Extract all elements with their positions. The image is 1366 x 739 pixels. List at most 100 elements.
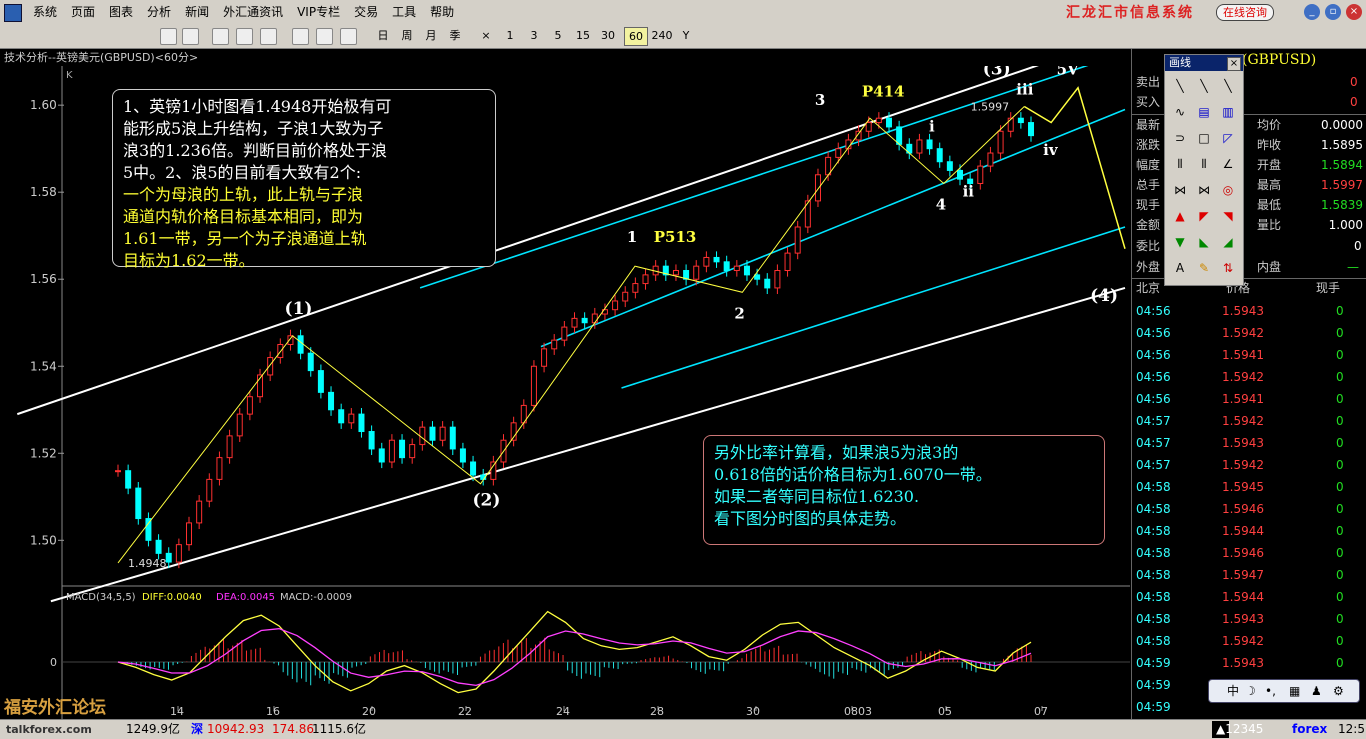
annotation-2-line: 0.618倍的话价格目标为1.6070一带。 (714, 465, 992, 484)
fan-tool-icon[interactable]: ◸ (1217, 129, 1239, 147)
candle-body (115, 470, 121, 473)
palette-title-text: 画线 (1169, 56, 1191, 69)
news-icon[interactable] (316, 28, 333, 45)
ticker[interactable]: ▲ 12345 (1212, 721, 1263, 738)
restore-icon[interactable]: ▫ (1325, 4, 1341, 20)
annotation-1-line: 目标为1.62一带。 (123, 251, 255, 270)
down-arrow-icon[interactable]: ▼ (1169, 233, 1191, 251)
draw-tool-icon[interactable] (182, 28, 199, 45)
period-button[interactable]: Y (678, 27, 694, 44)
ime-lang[interactable]: 中 (1227, 680, 1239, 702)
candle-body (439, 426, 446, 441)
candle-body (267, 357, 274, 376)
moon-icon[interactable]: ☽ (1245, 680, 1256, 702)
period-button[interactable]: 3 (526, 27, 542, 44)
up-arrow-icon[interactable]: ▲ (1169, 207, 1191, 225)
candle-body (459, 448, 466, 463)
menu-item[interactable]: 交易 (347, 0, 385, 24)
grid-tool-icon[interactable]: ⋈ (1193, 181, 1215, 199)
menu-item[interactable]: 外汇通资讯 (216, 0, 290, 24)
candle-body (541, 348, 548, 367)
macd-value-label: MACD:-0.0009 (280, 592, 352, 603)
buy-label: 买入 (1136, 95, 1161, 109)
candle-body (926, 139, 933, 150)
calendar-icon[interactable] (340, 28, 357, 45)
tick-volume: 0 (1336, 326, 1344, 340)
tick-price: 1.5943 (1222, 304, 1264, 318)
tick-volume: 0 (1336, 568, 1344, 582)
menu-item[interactable]: 帮助 (423, 0, 461, 24)
period-button[interactable]: 240 (650, 27, 674, 44)
minimize-icon[interactable]: _ (1304, 4, 1320, 20)
angle-tool-icon[interactable]: ∠ (1217, 155, 1239, 173)
wave-label: iv (1043, 141, 1059, 159)
period-button[interactable]: 60 (624, 27, 648, 46)
period-button[interactable]: 30 (598, 27, 618, 44)
period-button[interactable]: 月 (422, 27, 440, 44)
fib-tool-icon[interactable]: ▥ (1217, 103, 1239, 121)
keyboard-icon[interactable]: ▦ (1289, 680, 1300, 702)
tick-volume: 0 (1336, 546, 1344, 560)
punct-icon[interactable]: •, (1265, 680, 1276, 702)
period-button[interactable]: 日 (374, 27, 392, 44)
period-tool-icon[interactable]: ⦀ (1193, 155, 1215, 173)
menu-item[interactable]: 新闻 (178, 0, 216, 24)
segment-tool-icon[interactable]: ╲ (1217, 77, 1239, 95)
period-button[interactable]: 周 (398, 27, 416, 44)
wave-tool-icon[interactable]: ∿ (1169, 103, 1191, 121)
candle-body (216, 457, 223, 480)
tools-icon[interactable]: ⚙ (1333, 680, 1344, 702)
rect-tool-icon[interactable]: □ (1193, 129, 1215, 147)
up-left-arrow-icon[interactable]: ◤ (1193, 207, 1215, 225)
menu-item[interactable]: 页面 (64, 0, 102, 24)
tick-time: 04:56 (1136, 370, 1171, 384)
down-right-arrow-icon[interactable]: ◢ (1217, 233, 1239, 251)
palette-close-icon[interactable]: × (1227, 57, 1241, 71)
candle-body (622, 291, 629, 302)
tick-time: 04:59 (1136, 656, 1171, 670)
menu-item[interactable]: 分析 (140, 0, 178, 24)
period-button[interactable]: 季 (446, 27, 464, 44)
swap-tool-icon[interactable]: ⇅ (1217, 259, 1239, 277)
candle-body (236, 413, 243, 437)
gann-tool-icon[interactable]: ⋈ (1169, 181, 1191, 199)
text-tool-icon[interactable]: A (1169, 259, 1191, 277)
menu-item[interactable]: 系统 (26, 0, 64, 24)
up-right-arrow-icon[interactable]: ◥ (1217, 207, 1239, 225)
down-left-arrow-icon[interactable]: ◣ (1193, 233, 1215, 251)
menu-item[interactable]: 图表 (102, 0, 140, 24)
cycle-tool-icon[interactable]: ⦀ (1169, 155, 1191, 173)
line-tool-icon[interactable]: ╲ (1169, 77, 1191, 95)
ray-tool-icon[interactable]: ╲ (1193, 77, 1215, 95)
pin-icon[interactable] (292, 28, 309, 45)
search-icon[interactable] (260, 28, 277, 45)
candle-body (530, 365, 537, 406)
zoom-in-icon[interactable] (236, 28, 253, 45)
y-axis-ticks: 1.60 1.58 1.56 1.54 1.52 1.50 (30, 98, 64, 547)
palette-title[interactable]: 画线 × (1165, 55, 1243, 71)
period-button[interactable]: 15 (574, 27, 592, 44)
arc-tool-icon[interactable]: ⊃ (1169, 129, 1191, 147)
close-icon[interactable]: × (1346, 4, 1362, 20)
ime-bar[interactable]: 中 ☽ •, ▦ ♟ ⚙ (1208, 679, 1360, 703)
x-tick-label: 28 (650, 705, 664, 718)
sell-label: 卖出 (1136, 75, 1161, 89)
menu-item[interactable]: 工具 (385, 0, 423, 24)
weibi-label: 委比 (1136, 239, 1161, 253)
period-button[interactable]: 5 (550, 27, 566, 44)
index2-value: 10942.93 (207, 722, 265, 736)
cursor-icon[interactable] (160, 28, 177, 45)
tick-price: 1.5943 (1222, 436, 1264, 450)
tick-volume: 0 (1336, 524, 1344, 538)
menu-item[interactable]: VIP专栏 (290, 0, 347, 24)
channel-tool-icon[interactable]: ▤ (1193, 103, 1215, 121)
refresh-icon[interactable] (212, 28, 229, 45)
wave-label: (4) (1090, 286, 1118, 306)
online-consult-button[interactable]: 在线咨询 (1216, 4, 1274, 21)
outer-label: 外盘 (1136, 260, 1161, 274)
period-button[interactable]: 1 (502, 27, 518, 44)
user-icon[interactable]: ♟ (1311, 680, 1322, 702)
pen-tool-icon[interactable]: ✎ (1193, 259, 1215, 277)
period-button[interactable]: × (478, 27, 494, 44)
circle-tool-icon[interactable]: ◎ (1217, 181, 1239, 199)
